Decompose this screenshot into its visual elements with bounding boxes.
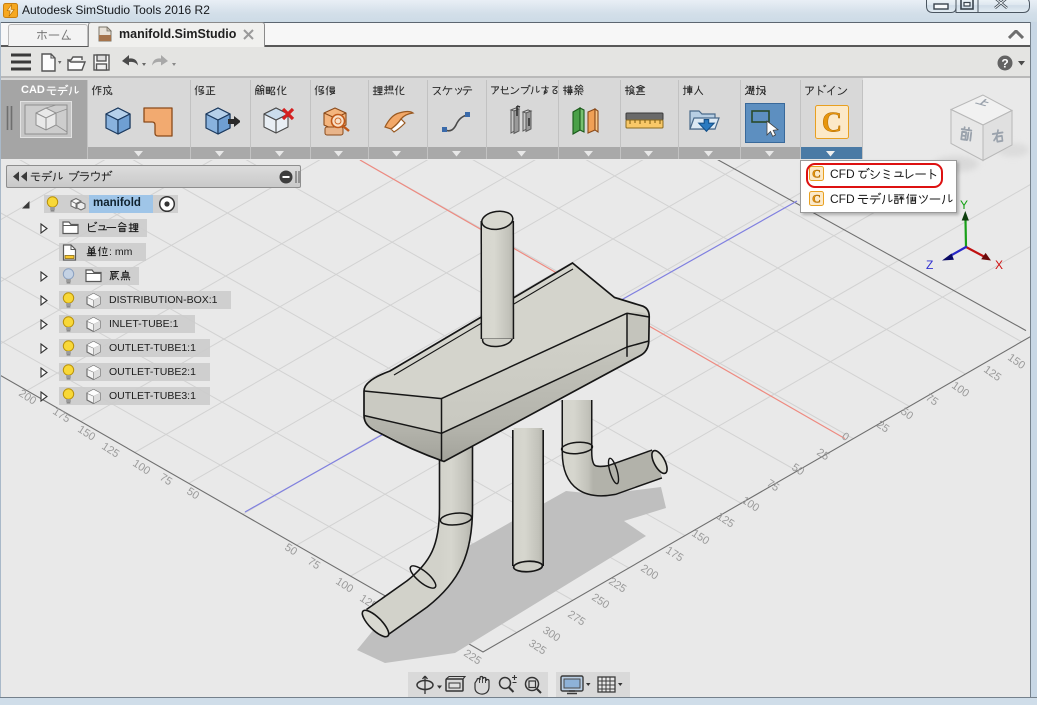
svg-text:50: 50 [282,541,299,558]
svg-text:175: 175 [50,405,72,425]
svg-text:150: 150 [689,527,711,547]
svg-text:150: 150 [1005,352,1027,372]
svg-text:25: 25 [814,446,831,463]
svg-text:100: 100 [739,494,761,514]
svg-text:125: 125 [981,364,1003,384]
svg-text:200: 200 [638,562,660,582]
svg-text:75: 75 [923,392,940,409]
svg-text:C: C [812,192,821,206]
svg-text:Y: Y [960,198,968,212]
svg-text:275: 275 [565,608,587,628]
svg-text:150: 150 [75,423,97,443]
svg-text:0: 0 [839,430,851,443]
svg-text:300: 300 [540,624,562,644]
svg-text:100: 100 [333,575,355,595]
svg-text:200: 200 [16,387,38,407]
svg-text:250: 250 [589,591,611,611]
svg-text:325: 325 [526,637,548,657]
svg-text:125: 125 [99,440,121,460]
svg-text:125: 125 [714,510,736,530]
svg-text:175: 175 [663,544,685,564]
svg-text:50: 50 [898,406,915,423]
svg-text:X: X [995,258,1003,272]
svg-text:100: 100 [949,380,971,400]
svg-text:25: 25 [874,419,891,436]
svg-text:50: 50 [789,461,806,478]
svg-text:75: 75 [764,477,781,494]
svg-text:50: 50 [184,485,201,502]
svg-text:Z: Z [926,258,933,272]
